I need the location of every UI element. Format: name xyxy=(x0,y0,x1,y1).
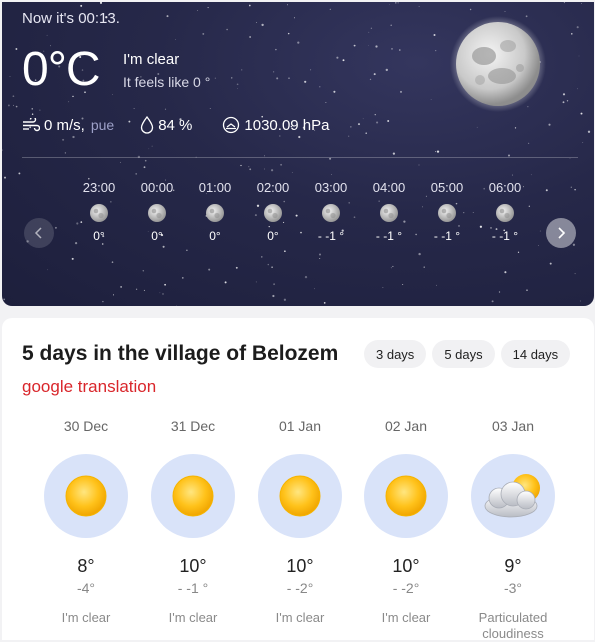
moon-icon xyxy=(450,16,546,112)
moon-icon xyxy=(148,204,166,222)
day-description: I'm clear xyxy=(168,610,218,625)
day-icon-circle xyxy=(44,454,128,538)
day-date: 31 Dec xyxy=(170,418,216,434)
day-low-temp: -3° xyxy=(503,580,523,596)
hourly-item: 05:00 - -1 ° xyxy=(418,180,476,243)
moon-icon xyxy=(322,204,340,222)
day-description: Particulated cloudiness xyxy=(478,610,548,641)
hour-temp: - -1 ° xyxy=(433,229,461,243)
hourly-item: 04:00 - -1 ° xyxy=(360,180,418,243)
current-weather-panel: Now it's 00:13. 0°C I'm clear It feels l… xyxy=(2,2,594,306)
forecast-title: 5 days in the village of Belozem xyxy=(22,342,339,365)
forecast-day[interactable]: 01 Jan 10° - -2° I'm clear xyxy=(247,418,353,626)
humidity-value: 84 % xyxy=(158,116,193,134)
hour-temp: - -1 ° xyxy=(491,229,519,243)
day-date: 02 Jan xyxy=(384,418,428,434)
water-drop-icon xyxy=(141,116,154,134)
day-high-temp: 10° xyxy=(179,556,207,576)
sun-icon xyxy=(172,475,214,517)
hour-time: 01:00 xyxy=(198,180,232,195)
tab-14-days[interactable]: 14 days xyxy=(500,340,571,368)
day-description: I'm clear xyxy=(381,610,431,625)
divider xyxy=(22,157,578,158)
day-date: 01 Jan xyxy=(278,418,322,434)
hour-time: 05:00 xyxy=(430,180,464,195)
day-date: 03 Jan xyxy=(491,418,535,434)
hour-temp: 0° xyxy=(267,229,279,243)
hour-temp: 0° xyxy=(151,229,163,243)
moon-icon xyxy=(206,204,224,222)
hour-time: 03:00 xyxy=(314,180,348,195)
day-description: I'm clear xyxy=(61,610,111,625)
day-low-temp: - -1 ° xyxy=(177,580,209,596)
hour-temp: - -1 ° xyxy=(317,229,345,243)
moon-icon xyxy=(264,204,282,222)
pressure-gauge-icon xyxy=(223,116,240,134)
hourly-item: 02:00 0° xyxy=(244,180,302,243)
forecast-day[interactable]: 31 Dec 10° - -1 ° I'm clear xyxy=(140,418,246,626)
hourly-next-button[interactable] xyxy=(546,218,576,248)
current-stats: 0 m/s, pue 84 % 1030.09 hPa xyxy=(22,116,349,134)
forecast-day[interactable]: 02 Jan 10° - -2° I'm clear xyxy=(353,418,459,626)
hour-time: 02:00 xyxy=(256,180,290,195)
tab-5-days[interactable]: 5 days xyxy=(432,340,495,368)
sun-icon xyxy=(385,475,427,517)
day-date: 30 Dec xyxy=(63,418,109,434)
moon-icon xyxy=(380,204,398,222)
wind-speed: 0 m/s, xyxy=(44,116,85,134)
humidity-stat: 84 % xyxy=(140,116,192,134)
forecast-range-tabs: 3 days 5 days 14 days xyxy=(364,340,576,368)
feels-like: It feels like 0 ° xyxy=(123,74,211,90)
hour-time: 04:00 xyxy=(372,180,406,195)
moon-icon xyxy=(90,204,108,222)
hour-temp: - -1 ° xyxy=(375,229,403,243)
hourly-item: 03:00 - -1 ° xyxy=(302,180,360,243)
current-condition: I'm clear xyxy=(123,51,180,68)
hour-time: 23:00 xyxy=(82,180,116,195)
hourly-item: 23:00 0° xyxy=(70,180,128,243)
moon-icon xyxy=(438,204,456,222)
day-description: I'm clear xyxy=(275,610,325,625)
day-low-temp: - -2° xyxy=(286,580,314,596)
pressure-stat: 1030.09 hPa xyxy=(222,116,329,134)
sun-icon xyxy=(279,475,321,517)
day-high-temp: 9° xyxy=(504,556,522,576)
pressure-value: 1030.09 hPa xyxy=(244,116,330,134)
day-low-temp: -4° xyxy=(76,580,96,596)
current-time: Now it's 00:13. xyxy=(22,10,120,27)
day-low-temp: - -2° xyxy=(392,580,420,596)
google-translation-link[interactable]: google translation xyxy=(22,377,156,397)
wind-direction: pue xyxy=(90,117,115,133)
day-high-temp: 10° xyxy=(286,556,314,576)
day-icon-circle xyxy=(364,454,448,538)
chevron-right-icon xyxy=(558,227,566,239)
day-icon-circle xyxy=(258,454,342,538)
hourly-item: 06:00 - -1 ° xyxy=(476,180,534,243)
hour-temp: 0° xyxy=(93,229,105,243)
day-icon-circle xyxy=(151,454,235,538)
daily-forecast-card: 5 days in the village of Belozem 3 days … xyxy=(2,318,594,642)
forecast-day[interactable]: 03 Jan 9° -3° Particulated cloudiness xyxy=(460,418,566,642)
forecast-day[interactable]: 30 Dec 8° -4° I'm clear xyxy=(33,418,139,626)
tab-3-days[interactable]: 3 days xyxy=(364,340,427,368)
day-high-temp: 10° xyxy=(392,556,420,576)
day-icon-circle xyxy=(471,454,555,538)
sun-behind-cloud-icon xyxy=(484,474,540,518)
moon-icon xyxy=(496,204,514,222)
wind-icon xyxy=(23,118,40,132)
hourly-forecast: 23:00 0° 00:00 0° 01:00 0° 02:00 0° 03:00- -1 ° 0… xyxy=(70,180,530,250)
hour-time: 06:00 xyxy=(488,180,522,195)
day-high-temp: 8° xyxy=(77,556,95,576)
hourly-item: 01:00 0° xyxy=(186,180,244,243)
hourly-item: 00:00 0° xyxy=(128,180,186,243)
hour-time: 00:00 xyxy=(140,180,174,195)
hour-temp: 0° xyxy=(209,229,221,243)
sun-icon xyxy=(65,475,107,517)
wind-stat: 0 m/s, pue xyxy=(22,117,114,134)
chevron-left-icon xyxy=(34,227,42,239)
hourly-prev-button[interactable] xyxy=(24,218,54,248)
current-temperature: 0°C xyxy=(22,43,101,96)
